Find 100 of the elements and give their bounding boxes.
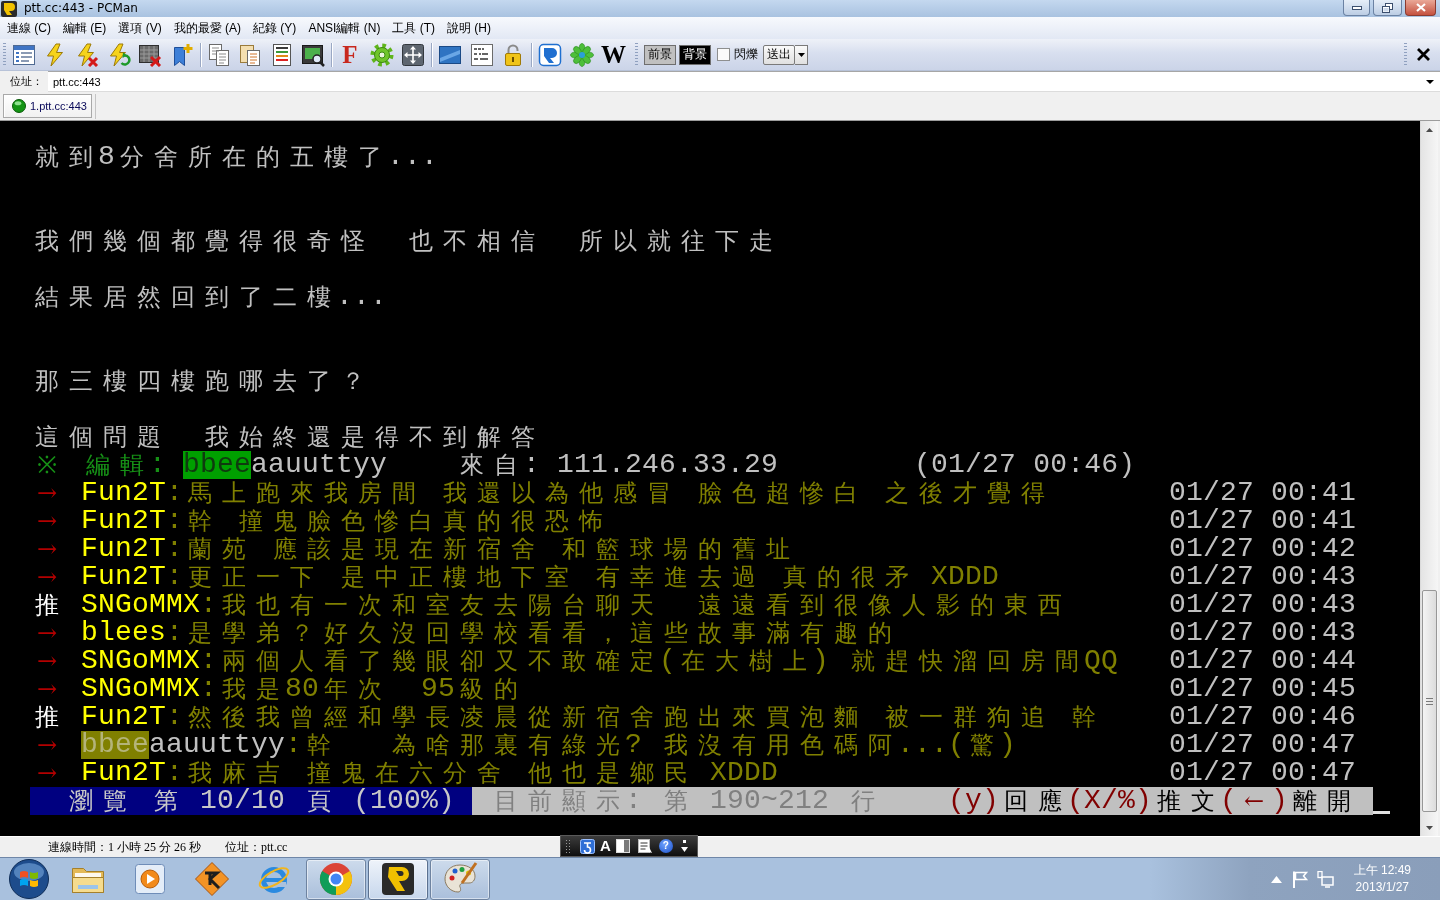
tab[interactable]: 1.ptt.cc:443 — [3, 94, 92, 118]
comment-text: :幹 為啥那裏有綠光? 我沒有用色碼阿...(驚) — [285, 730, 1017, 759]
editor-id: bbee — [183, 450, 252, 479]
status-address: 位址：ptt.cc — [225, 838, 288, 856]
menu-item[interactable]: ANSI編輯 (N) — [302, 16, 387, 40]
move-arrows-icon[interactable] — [401, 42, 425, 67]
comment-time: 01/27 00:47 — [1168, 758, 1356, 787]
restore-icon — [1382, 2, 1393, 13]
comment-time: 01/27 00:41 — [1168, 506, 1356, 535]
split-square-icon[interactable] — [615, 839, 630, 853]
restore-button[interactable] — [1373, 0, 1402, 16]
dropdown-button[interactable] — [795, 44, 808, 65]
comment-arrow: → — [35, 562, 59, 591]
comment-text: :我也有一次和室友去陽台聊天 遠遠看到很像人影的東西 — [200, 590, 1064, 619]
copy-icon[interactable] — [206, 42, 231, 67]
comment-time: 01/27 00:42 — [1168, 534, 1356, 563]
comment-arrow: → — [35, 534, 59, 563]
article-line: 我們幾個都覺得很奇怪 也不相信 所以就往下走 — [34, 226, 775, 255]
reference-mark: ※ — [36, 450, 58, 479]
menu-item[interactable]: 工具 (T) — [386, 16, 442, 40]
user-id: bbee — [81, 730, 149, 759]
close-button[interactable] — [1405, 0, 1436, 16]
color-button[interactable]: 背景 — [679, 44, 711, 65]
play-icon[interactable] — [132, 861, 168, 897]
options-caret-icon[interactable] — [680, 840, 688, 852]
dropdown-arrow-icon[interactable] — [1426, 79, 1434, 84]
window-title: ptt.cc:443 - PCMan — [24, 0, 138, 16]
scroll-down-icon[interactable] — [1426, 825, 1433, 830]
comment-time: 01/27 00:41 — [1168, 478, 1356, 507]
text-cursor — [1373, 810, 1390, 814]
user-id: blees — [81, 618, 166, 647]
character-grid-icon[interactable] — [469, 42, 494, 67]
taskbar-button[interactable] — [368, 858, 428, 900]
comment-time: 01/27 00:43 — [1168, 618, 1356, 647]
article-line: 這個問題 我始終還是得不到解答 — [34, 422, 536, 451]
comment-arrow: → — [35, 478, 59, 507]
close-icon[interactable] — [1417, 48, 1430, 61]
menu-item[interactable]: 編輯 (E) — [57, 16, 113, 40]
page-indicator: 瀏覽 第 10/10 頁 (100%) — [30, 786, 472, 815]
close-icon — [1415, 3, 1426, 12]
comment-arrow: → — [35, 646, 59, 675]
user-id: Fun2T — [81, 562, 166, 591]
grid-cross-icon[interactable] — [138, 42, 162, 67]
status-orb-icon — [12, 99, 26, 113]
input-mode-button[interactable]: A — [600, 838, 611, 854]
comment-arrow: → — [35, 618, 59, 647]
user-id: SNGoMMX — [81, 674, 201, 703]
scrollbar-thumb[interactable] — [1422, 590, 1437, 812]
list-window-icon[interactable] — [12, 42, 36, 67]
comment-arrow: → — [35, 758, 59, 787]
comment-time: 01/27 00:47 — [1168, 730, 1356, 759]
p-logo-icon[interactable] — [538, 42, 562, 67]
address-field[interactable]: ptt.cc:443 — [48, 71, 1440, 92]
diamond-icon[interactable] — [194, 861, 230, 897]
comment-text: :我麻吉 撞鬼在六分舍 他也是鄉民 XDDD — [166, 758, 779, 787]
comment-text: :是學弟？好久沒回學校看看，這些故事滿有趣的 — [166, 618, 894, 647]
comment-time: 01/27 00:44 — [1168, 646, 1356, 675]
notepad-icon[interactable] — [637, 838, 653, 854]
lightning-cross-icon[interactable] — [75, 42, 99, 67]
asterisk-flower-icon[interactable] — [569, 42, 594, 67]
scrollbar-track[interactable] — [1420, 121, 1440, 836]
segmented-circle-icon — [318, 861, 354, 897]
clock-date: 2013/1/27 — [1354, 879, 1410, 896]
article-line: 那三樓四樓跑哪去了？ — [34, 366, 366, 395]
line-indicator: 目前顯示: 第 190~212 行 — [493, 786, 877, 815]
push-mark: 推 — [34, 702, 60, 731]
menu-item[interactable]: 選項 (V) — [112, 16, 168, 40]
w-button[interactable]: W — [601, 42, 625, 67]
gear-icon[interactable] — [369, 42, 394, 67]
paste-icon[interactable] — [238, 42, 262, 67]
comment-text: :然後我曾經和學長凌晨從新宿舍跑出來買泡麵 被一群狗追 幹 — [166, 702, 1098, 731]
push-mark: 推 — [34, 590, 60, 619]
comment-text: :馬上跑來我房間 我還以為他感冒 臉色超慘白 之後才覺得 — [166, 478, 1046, 507]
user-id: Fun2T — [81, 534, 166, 563]
caret-up-icon[interactable] — [1270, 875, 1282, 883]
comment-text: :更正一下 是中正樓地下室 有幸進去過 真的很矛 XDDD — [166, 562, 1000, 591]
comment-arrow: → — [35, 674, 59, 703]
menu-item[interactable]: 連線 (C) — [1, 16, 57, 40]
menu-item[interactable]: 說明 (H) — [441, 16, 498, 40]
minimize-button[interactable] — [1343, 0, 1370, 16]
checkbox[interactable] — [717, 48, 730, 61]
network-monitor-icon[interactable] — [1316, 870, 1334, 888]
flag-icon[interactable] — [1291, 870, 1309, 888]
start-orb-icon[interactable] — [8, 859, 49, 899]
send-button[interactable]: 送出 — [763, 44, 795, 65]
screen-magnifier-icon[interactable] — [301, 42, 325, 67]
user-id: SNGoMMX — [81, 590, 201, 619]
user-id: Fun2T — [81, 702, 166, 731]
f-button[interactable]: F — [338, 42, 362, 67]
ime-icon[interactable] — [580, 838, 595, 854]
menu-item[interactable]: 我的最愛 (A) — [167, 16, 248, 40]
comment-time: 01/27 00:45 — [1168, 674, 1356, 703]
clock-time: 上午 12:49 — [1353, 862, 1411, 879]
user-id: aauuttyy — [149, 730, 286, 759]
scroll-up-icon[interactable] — [1426, 127, 1433, 132]
user-id: SNGoMMX — [81, 646, 201, 675]
menu-item[interactable]: 紀錄 (Y) — [247, 16, 303, 40]
key-hint: (X/%) 推文 — [1066, 786, 1216, 815]
color-button[interactable]: 前景 — [644, 44, 676, 65]
comment-time: 01/27 00:46 — [1168, 702, 1356, 731]
